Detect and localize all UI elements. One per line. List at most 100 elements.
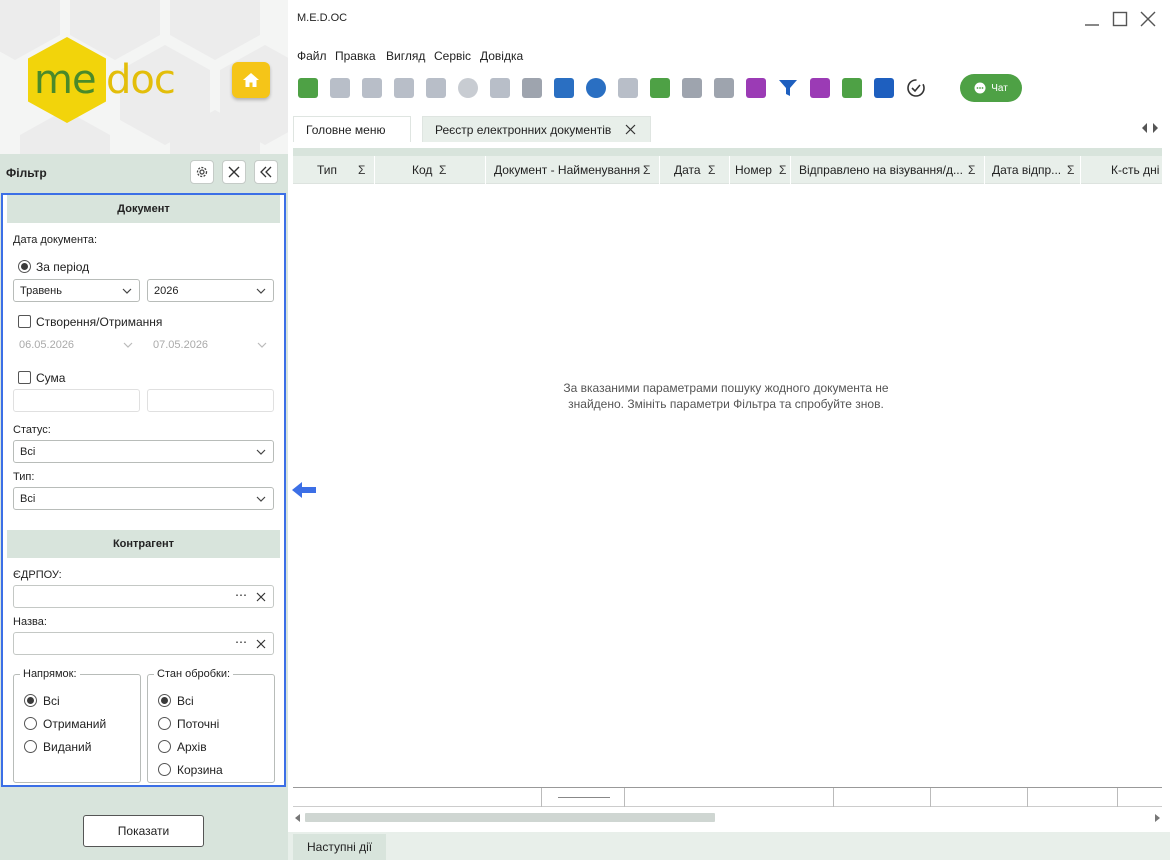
- ellipsis-icon[interactable]: ⋯: [235, 588, 247, 602]
- document-section-header: Документ: [7, 195, 280, 223]
- column-header-code[interactable]: Код Σ: [375, 156, 486, 184]
- status-select[interactable]: Всі: [13, 440, 274, 463]
- chevron-down-icon: [123, 342, 133, 348]
- processing-all-radio[interactable]: [158, 694, 171, 707]
- close-window-icon[interactable]: [1138, 9, 1158, 29]
- scroll-left-icon[interactable]: [295, 814, 301, 822]
- tab-scroll-arrows-icon[interactable]: [1140, 122, 1160, 134]
- menu-help[interactable]: Довідка: [480, 49, 523, 63]
- processing-archive-radio[interactable]: [158, 740, 171, 753]
- sigma-icon[interactable]: Σ: [779, 156, 786, 184]
- home-button[interactable]: [232, 62, 270, 98]
- new-document-icon[interactable]: [298, 78, 318, 98]
- tab-bar: Головне меню Реєстр електронних документ…: [288, 114, 1170, 142]
- grid-group-bar: [293, 148, 1162, 156]
- processing-trash-radio[interactable]: [158, 763, 171, 776]
- list-icon[interactable]: [714, 78, 734, 98]
- grid-icon[interactable]: [746, 78, 766, 98]
- grid-summary-row: [293, 787, 1162, 807]
- duplicate-icon[interactable]: [810, 78, 830, 98]
- double-chevron-left-icon: [260, 166, 272, 178]
- creation-label: Створення/Отримання: [36, 315, 163, 329]
- receive-icon[interactable]: [554, 78, 574, 98]
- checklist-icon[interactable]: [682, 78, 702, 98]
- filter-close-button[interactable]: [222, 160, 246, 184]
- column-header-sent-for-approval[interactable]: Відправлено на візування/д... Σ: [791, 156, 985, 184]
- filter-settings-button[interactable]: [190, 160, 214, 184]
- sum-checkbox[interactable]: [18, 371, 31, 384]
- minimize-icon[interactable]: [1082, 9, 1102, 29]
- chat-button[interactable]: Чат: [960, 74, 1022, 102]
- column-header-sent-date[interactable]: Дата відпр... Σ: [985, 156, 1081, 184]
- tab-main-menu[interactable]: Головне меню: [293, 116, 411, 142]
- delete-document-icon[interactable]: [362, 78, 382, 98]
- menu-file[interactable]: Файл: [297, 49, 327, 63]
- check-sync-icon[interactable]: [906, 78, 926, 98]
- column-header-number[interactable]: Номер Σ: [730, 156, 791, 184]
- sign-icon[interactable]: [458, 78, 478, 98]
- processing-current-radio[interactable]: [158, 717, 171, 730]
- sum-label: Сума: [36, 371, 66, 385]
- edrpou-input[interactable]: ⋯: [13, 585, 274, 608]
- send-mail-icon[interactable]: [426, 78, 446, 98]
- sum-from-input[interactable]: [13, 389, 140, 412]
- maximize-icon[interactable]: [1110, 9, 1130, 29]
- scroll-right-icon[interactable]: [1154, 814, 1160, 822]
- date-to-field[interactable]: 07.05.2026: [147, 334, 274, 357]
- ellipsis-icon[interactable]: ⋯: [235, 635, 247, 649]
- direction-received-radio[interactable]: [24, 717, 37, 730]
- horizontal-scrollbar[interactable]: [293, 808, 1162, 828]
- logo-me-text: me: [34, 57, 97, 103]
- filter-collapse-button[interactable]: [254, 160, 278, 184]
- column-header-date[interactable]: Дата Σ: [660, 156, 730, 184]
- print-icon[interactable]: [522, 78, 542, 98]
- period-radio[interactable]: [18, 260, 31, 273]
- sigma-icon[interactable]: Σ: [968, 156, 975, 184]
- sigma-icon[interactable]: Σ: [643, 156, 650, 184]
- resize-handle[interactable]: [558, 797, 610, 798]
- sigma-icon[interactable]: Σ: [358, 156, 365, 184]
- chat-label: Чат: [991, 82, 1008, 94]
- clear-icon[interactable]: [256, 592, 266, 602]
- menu-view[interactable]: Вигляд: [386, 49, 425, 63]
- year-select[interactable]: 2026: [147, 279, 274, 302]
- processing-option: Архів: [177, 740, 207, 754]
- column-header-days-count[interactable]: К-сть дні: [1081, 156, 1162, 184]
- sigma-icon[interactable]: Σ: [439, 156, 446, 184]
- menu-bar: Файл Правка Вигляд Сервіс Довідка: [288, 46, 1170, 66]
- scrollbar-thumb[interactable]: [305, 813, 715, 822]
- month-select[interactable]: Травень: [13, 279, 140, 302]
- show-button[interactable]: Показати: [83, 815, 204, 847]
- close-tab-icon[interactable]: [625, 124, 636, 135]
- save-icon[interactable]: [490, 78, 510, 98]
- column-header-document-name[interactable]: Документ - Найменування Σ: [486, 156, 660, 184]
- sync-icon[interactable]: [586, 78, 606, 98]
- direction-issued-radio[interactable]: [24, 740, 37, 753]
- view-document-icon[interactable]: [330, 78, 350, 98]
- archive-icon[interactable]: [618, 78, 638, 98]
- sigma-icon[interactable]: Σ: [1067, 156, 1074, 184]
- clear-icon[interactable]: [256, 639, 266, 649]
- copy-document-icon[interactable]: [394, 78, 414, 98]
- direction-all-radio[interactable]: [24, 694, 37, 707]
- menu-edit[interactable]: Правка: [335, 49, 376, 63]
- date-from-field[interactable]: 06.05.2026: [13, 334, 140, 357]
- next-actions-tab[interactable]: Наступні дії: [293, 834, 387, 860]
- column-header-type[interactable]: Тип Σ: [293, 156, 375, 184]
- type-value: Всі: [20, 493, 36, 505]
- status-label: Статус:: [13, 424, 51, 436]
- status-value: Всі: [20, 446, 36, 458]
- tab-registry[interactable]: Реєстр електронних документів: [422, 116, 651, 142]
- name-input[interactable]: ⋯: [13, 632, 274, 655]
- sum-to-input[interactable]: [147, 389, 274, 412]
- table-add-icon[interactable]: [842, 78, 862, 98]
- type-select[interactable]: Всі: [13, 487, 274, 510]
- year-value: 2026: [154, 285, 179, 297]
- search-document-icon[interactable]: [650, 78, 670, 98]
- sigma-icon[interactable]: Σ: [708, 156, 715, 184]
- chevron-down-icon: [256, 496, 266, 502]
- table-refresh-icon[interactable]: [874, 78, 894, 98]
- menu-service[interactable]: Сервіс: [434, 49, 471, 63]
- filter-icon[interactable]: [778, 78, 798, 98]
- creation-checkbox[interactable]: [18, 315, 31, 328]
